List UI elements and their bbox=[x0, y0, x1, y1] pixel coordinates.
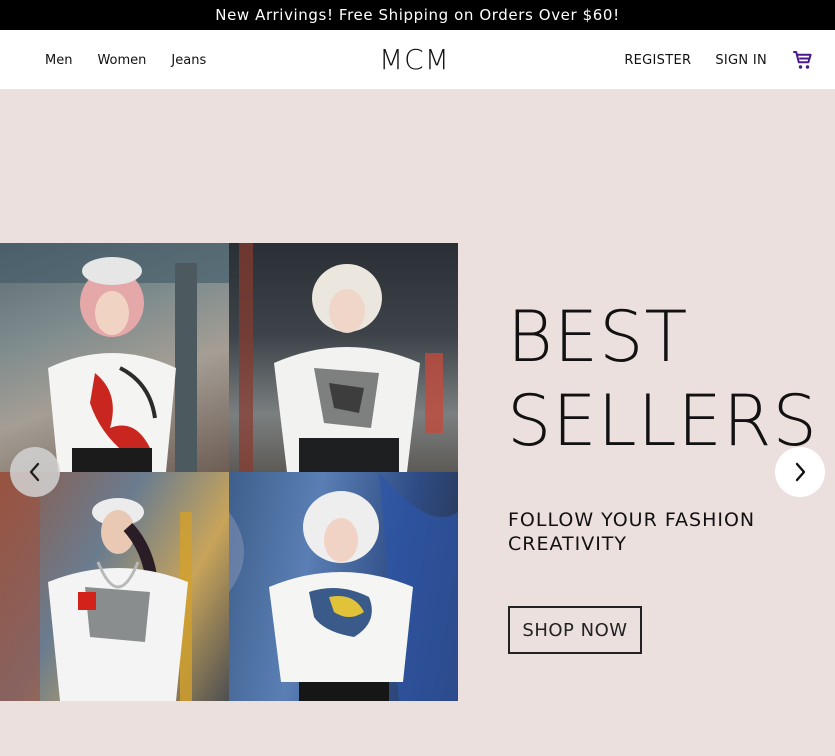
nav-link-men[interactable]: Men bbox=[45, 53, 72, 68]
nav-link-jeans[interactable]: Jeans bbox=[171, 53, 206, 68]
subheading-line-2: CREATIVITY bbox=[508, 533, 628, 555]
product-image-3[interactable] bbox=[0, 472, 229, 701]
model-illustration-3 bbox=[0, 472, 192, 701]
chevron-left-icon bbox=[29, 462, 40, 482]
account-nav: REGISTER SIGN IN bbox=[624, 30, 815, 90]
sign-in-link[interactable]: SIGN IN bbox=[715, 53, 767, 68]
subheading-line-1: FOLLOW YOUR FASHION bbox=[508, 509, 756, 531]
register-link[interactable]: REGISTER bbox=[624, 53, 691, 68]
carousel-prev-button[interactable] bbox=[10, 447, 60, 497]
product-image-1[interactable] bbox=[0, 243, 229, 472]
headline-line-2: SELLERS bbox=[507, 380, 818, 462]
announcement-text: New Arrivings! Free Shipping on Orders O… bbox=[215, 6, 620, 24]
shopping-cart-icon[interactable] bbox=[791, 48, 815, 72]
chevron-right-icon bbox=[795, 462, 806, 482]
product-image-2[interactable] bbox=[229, 243, 458, 472]
category-nav: Men Women Jeans bbox=[45, 30, 206, 90]
model-illustration-2 bbox=[239, 243, 443, 472]
product-image-4[interactable] bbox=[229, 472, 458, 701]
top-navigation: Men Women Jeans MCM REGISTER SIGN IN bbox=[0, 30, 835, 90]
shop-now-button[interactable]: SHOP NOW bbox=[508, 606, 642, 654]
product-collage bbox=[0, 243, 458, 701]
model-illustration-4 bbox=[229, 472, 458, 701]
headline-line-1: BEST bbox=[507, 296, 689, 378]
announcement-bar: New Arrivings! Free Shipping on Orders O… bbox=[0, 0, 835, 30]
hero-headline: BEST SELLERS bbox=[507, 295, 827, 463]
hero-banner: BEST SELLERS FOLLOW YOUR FASHION CREATIV… bbox=[0, 90, 835, 756]
nav-link-women[interactable]: Women bbox=[97, 53, 146, 68]
hero-subheading: FOLLOW YOUR FASHION CREATIVITY bbox=[508, 508, 798, 556]
brand-logo[interactable]: MCM bbox=[379, 43, 450, 76]
model-illustration-1 bbox=[0, 243, 229, 472]
